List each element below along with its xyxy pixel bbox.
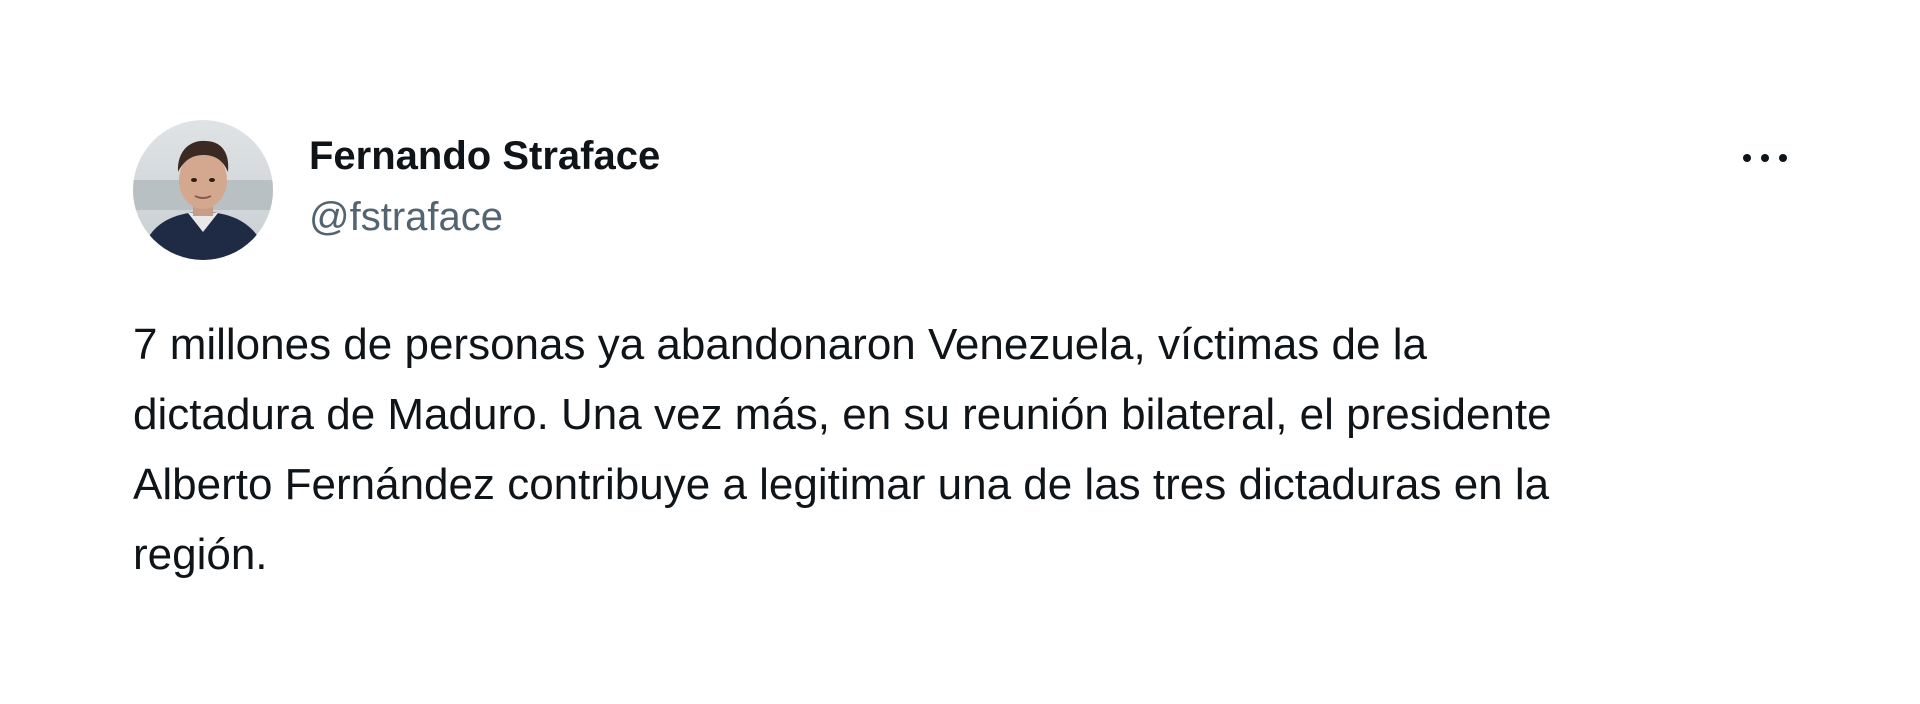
tweet-text-line: región.: [133, 530, 268, 579]
tweet-card: Fernando Straface @fstraface 7 millones …: [0, 0, 1920, 704]
profile-photo-image: [133, 120, 273, 260]
author-handle[interactable]: @fstraface: [309, 195, 503, 240]
more-options-button[interactable]: [1735, 136, 1795, 180]
tweet-text-line: Alberto Fernández contribuye a legitimar…: [133, 460, 1550, 509]
more-horizontal-icon: [1743, 154, 1787, 162]
avatar[interactable]: [133, 120, 273, 260]
tweet-text-line: dictadura de Maduro. Una vez más, en su …: [133, 390, 1552, 439]
author-display-name[interactable]: Fernando Straface: [309, 134, 660, 179]
tweet-text-line: 7 millones de personas ya abandonaron Ve…: [133, 320, 1427, 369]
tweet-text: 7 millones de personas ya abandonaron Ve…: [133, 310, 1853, 590]
